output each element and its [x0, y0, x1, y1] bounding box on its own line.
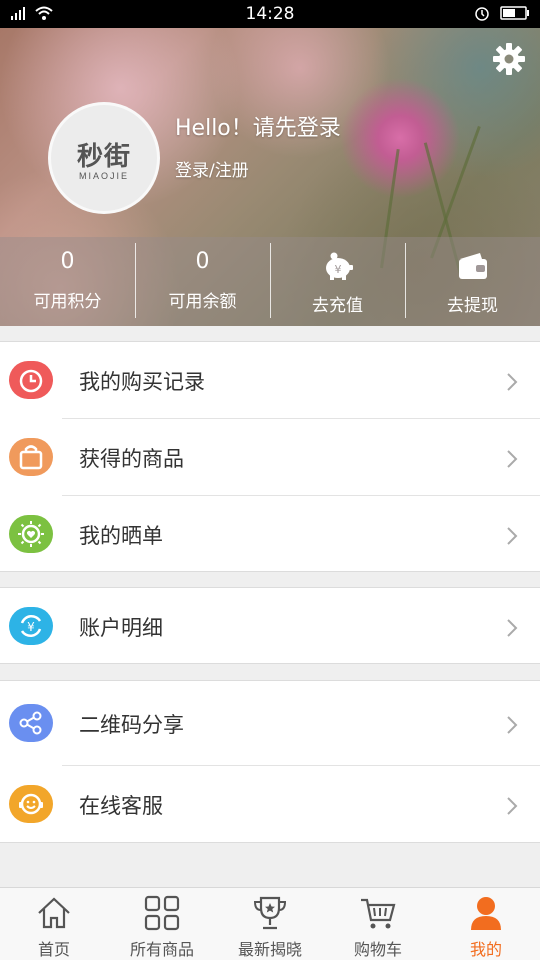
headset-icon [9, 785, 53, 823]
tab-cart[interactable]: 购物车 [324, 888, 432, 960]
recharge-label: 去充值 [312, 296, 363, 316]
menu-item-account-details[interactable]: ¥ 账户明细 [0, 588, 540, 665]
tab-label: 购物车 [353, 940, 402, 959]
greeting-text: Hello！请先登录 [175, 116, 341, 141]
status-time: 14:28 [245, 4, 295, 24]
profile-header: 秒街 MIAOJIE Hello！请先登录 登录/注册 0 可用积分 0 可用余… [0, 28, 540, 326]
wallet-icon [458, 253, 487, 279]
share-icon [9, 704, 53, 742]
status-bar: 14:28 [0, 0, 540, 28]
tab-mine[interactable]: 我的 [432, 888, 540, 960]
stat-points[interactable]: 0 可用积分 [0, 237, 135, 326]
menu-item-label: 我的购买记录 [79, 370, 205, 394]
svg-text:¥: ¥ [334, 263, 341, 276]
cart-icon [361, 898, 396, 929]
menu-group-services: 二维码分享 在线客服 [0, 680, 540, 843]
user-icon [471, 897, 501, 930]
tab-label: 所有商品 [129, 940, 194, 959]
alarm-icon [475, 7, 489, 21]
home-icon [38, 897, 70, 929]
stats-bar: 0 可用积分 0 可用余额 ¥ 去充值 去提现 [0, 237, 540, 326]
stat-points-value: 0 [60, 249, 75, 274]
trophy-icon [253, 896, 287, 930]
menu-item-label: 我的晒单 [79, 524, 163, 548]
avatar-logo-sub: MIAOJIE [78, 170, 129, 181]
stat-balance[interactable]: 0 可用余额 [135, 237, 270, 326]
stat-points-label: 可用积分 [33, 292, 102, 312]
login-register-link[interactable]: 登录/注册 [175, 156, 249, 181]
menu-item-won-goods[interactable]: 获得的商品 [0, 419, 540, 496]
yen-refresh-icon: ¥ [9, 607, 53, 645]
stat-balance-value: 0 [195, 249, 210, 274]
settings-gear-icon[interactable] [492, 42, 526, 76]
svg-text:¥: ¥ [27, 620, 35, 634]
menu-item-purchase-records[interactable]: 我的购买记录 [0, 342, 540, 419]
withdraw-button[interactable]: 去提现 [405, 237, 540, 326]
bottom-tab-bar: 首页 所有商品 最新揭晓 购物车 我的 [0, 887, 540, 960]
menu-group-account: ¥ 账户明细 [0, 587, 540, 664]
piggy-bank-icon: ¥ [325, 252, 353, 280]
tab-home[interactable]: 首页 [0, 888, 108, 960]
menu-item-qr-share[interactable]: 二维码分享 [0, 681, 540, 766]
menu-item-label: 在线客服 [79, 794, 163, 818]
avatar[interactable]: 秒街 MIAOJIE [48, 102, 160, 214]
menu-item-label: 账户明细 [79, 616, 163, 640]
menu-item-my-shares[interactable]: 我的晒单 [0, 496, 540, 573]
tab-label: 首页 [37, 940, 70, 959]
menu-item-online-service[interactable]: 在线客服 [0, 766, 540, 843]
battery-icon [500, 6, 529, 20]
status-right-icons [474, 5, 530, 21]
chevron-right-icon [507, 373, 518, 391]
menu-item-label: 获得的商品 [79, 447, 184, 471]
grid-icon [144, 895, 180, 931]
tab-label: 我的 [469, 940, 502, 959]
stat-balance-label: 可用余额 [168, 292, 237, 312]
avatar-logo-text: 秒街 [76, 141, 131, 172]
bag-icon [9, 438, 53, 476]
menu-group-orders: 我的购买记录 获得的商品 我的晒单 [0, 341, 540, 572]
tab-latest-results[interactable]: 最新揭晓 [216, 888, 324, 960]
chevron-right-icon [507, 450, 518, 468]
chevron-right-icon [507, 619, 518, 637]
chevron-right-icon [507, 527, 518, 545]
tab-all-products[interactable]: 所有商品 [108, 888, 216, 960]
clock-icon [9, 361, 53, 399]
chevron-right-icon [507, 716, 518, 734]
sun-heart-icon [9, 515, 53, 553]
withdraw-label: 去提现 [447, 296, 498, 316]
menu-item-label: 二维码分享 [79, 713, 184, 737]
chevron-right-icon [507, 797, 518, 815]
recharge-button[interactable]: ¥ 去充值 [270, 237, 405, 326]
tab-label: 最新揭晓 [237, 940, 302, 959]
